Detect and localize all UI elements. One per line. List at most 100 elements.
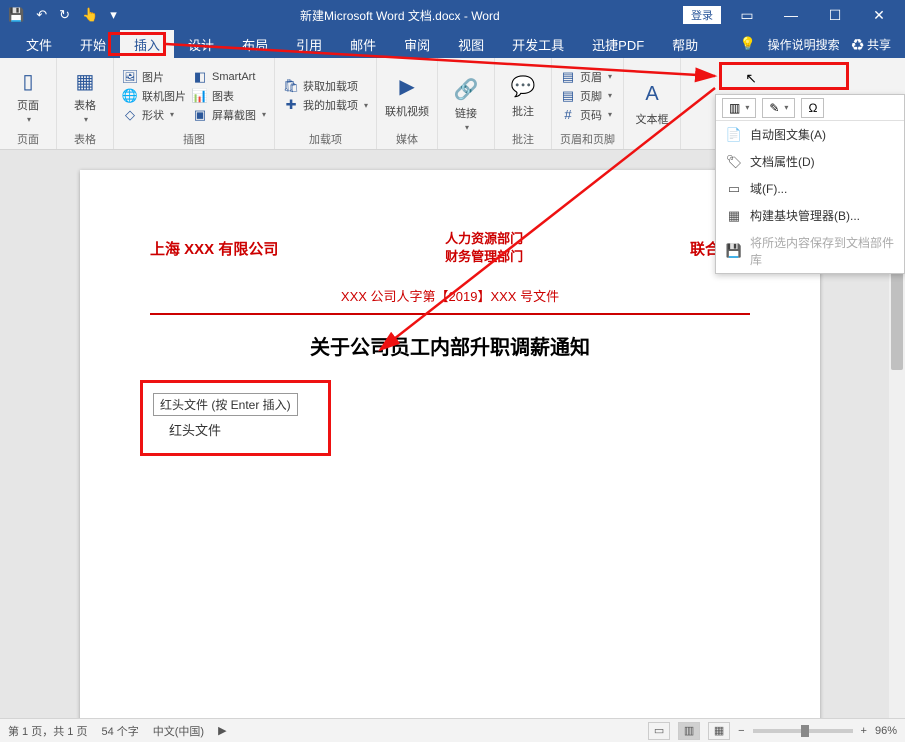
group-header-footer: ▤页眉▾ ▤页脚▾ #页码▾ 页眉和页脚 bbox=[552, 58, 624, 149]
tab-mailings[interactable]: 邮件 bbox=[336, 30, 390, 59]
footer-button[interactable]: ▤页脚▾ bbox=[560, 88, 612, 104]
menu-autotext[interactable]: 📄自动图文集(A) bbox=[716, 121, 904, 148]
menu-building-blocks[interactable]: ▦构建基块管理器(B)... bbox=[716, 202, 904, 229]
tab-insert[interactable]: 插入 bbox=[120, 30, 174, 59]
group-addins: 🛍获取加载项 ✚我的加载项▾ 加载项 bbox=[275, 58, 377, 149]
document-page[interactable]: 上海 XXX 有限公司 人力资源部门 财务管理部门 联合文件 XXX 公司人字第… bbox=[80, 170, 820, 718]
chart-button[interactable]: 📊图表 bbox=[192, 88, 266, 104]
textbox-button[interactable]: A文本框 bbox=[632, 62, 672, 145]
page-number-button[interactable]: #页码▾ bbox=[560, 107, 612, 123]
undo-icon[interactable]: ↶ bbox=[36, 7, 47, 23]
status-page[interactable]: 第 1 页，共 1 页 bbox=[8, 723, 87, 739]
menu-field[interactable]: ▭域(F)... bbox=[716, 175, 904, 202]
link-icon: 🔗 bbox=[452, 75, 480, 103]
status-word-count[interactable]: 54 个字 bbox=[101, 723, 138, 739]
video-icon: ▶ bbox=[393, 73, 421, 101]
footer-icon: ▤ bbox=[560, 88, 576, 104]
maximize-icon[interactable]: ☐ bbox=[817, 7, 853, 24]
tab-home[interactable]: 开始 bbox=[66, 30, 120, 59]
textbox-icon: A bbox=[638, 81, 666, 109]
ribbon-tabs: 文件 开始 插入 设计 布局 引用 邮件 审阅 视图 开发工具 迅捷PDF 帮助… bbox=[0, 30, 905, 58]
table-button[interactable]: ▦表格▾ bbox=[65, 62, 105, 129]
red-divider bbox=[150, 313, 750, 315]
ribbon-options-icon[interactable]: ▭ bbox=[729, 7, 765, 24]
group-pages: ▯页面▾ 页面 bbox=[0, 58, 57, 149]
tab-view[interactable]: 视图 bbox=[444, 30, 498, 59]
company-name: 上海 XXX 有限公司 bbox=[150, 238, 278, 259]
group-media: ▶联机视频 媒体 bbox=[377, 58, 438, 149]
screenshot-icon: ▣ bbox=[192, 107, 208, 123]
tab-design[interactable]: 设计 bbox=[174, 30, 228, 59]
pageno-icon: # bbox=[560, 107, 576, 123]
page-icon: ▯ bbox=[14, 67, 42, 95]
online-video-button[interactable]: ▶联机视频 bbox=[385, 62, 429, 129]
tell-me-search[interactable]: 操作说明搜索 bbox=[768, 36, 840, 53]
header-icon: ▤ bbox=[560, 69, 576, 85]
group-illustrations: 🖼图片 🌐联机图片 ◇形状▾ ◧SmartArt 📊图表 ▣屏幕截图▾ 插图 bbox=[114, 58, 275, 149]
share-button[interactable]: ♻ 共享 bbox=[852, 36, 891, 53]
quick-parts-split-button[interactable]: ▥▾ bbox=[722, 98, 756, 118]
bulb-icon: 💡 bbox=[739, 36, 755, 52]
save-selection-icon: 💾 bbox=[726, 243, 742, 259]
pages-button[interactable]: ▯页面▾ bbox=[8, 62, 48, 129]
smartart-button[interactable]: ◧SmartArt bbox=[192, 69, 266, 85]
view-web-layout[interactable]: ▦ bbox=[708, 722, 730, 740]
close-icon[interactable]: ✕ bbox=[861, 7, 897, 24]
title-bar: 💾 ↶ ↻ 👆 ▾ 新建Microsoft Word 文档.docx - Wor… bbox=[0, 0, 905, 30]
zoom-in-button[interactable]: + bbox=[861, 725, 867, 737]
field-icon: ▭ bbox=[726, 181, 742, 197]
view-read-mode[interactable]: ▭ bbox=[648, 722, 670, 740]
tab-file[interactable]: 文件 bbox=[12, 30, 66, 59]
picture-icon: 🖼 bbox=[122, 69, 138, 85]
minimize-icon[interactable]: — bbox=[773, 7, 809, 23]
dept-finance: 财务管理部门 bbox=[445, 248, 523, 266]
tab-references[interactable]: 引用 bbox=[282, 30, 336, 59]
shapes-button[interactable]: ◇形状▾ bbox=[122, 107, 186, 123]
comment-button[interactable]: 💬批注 bbox=[503, 62, 543, 129]
online-pictures-button[interactable]: 🌐联机图片 bbox=[122, 88, 186, 104]
links-button[interactable]: 🔗链接▾ bbox=[446, 62, 486, 145]
group-tables: ▦表格▾ 表格 bbox=[57, 58, 114, 149]
cursor-icon: ↖ bbox=[745, 70, 757, 87]
equation-button[interactable]: Ω bbox=[801, 98, 824, 118]
tab-layout[interactable]: 布局 bbox=[228, 30, 282, 59]
signature-icon: ✎ bbox=[769, 101, 779, 115]
header-button[interactable]: ▤页眉▾ bbox=[560, 69, 612, 85]
tab-pdf[interactable]: 迅捷PDF bbox=[578, 30, 658, 59]
tab-help[interactable]: 帮助 bbox=[658, 30, 712, 59]
my-addins-button[interactable]: ✚我的加载项▾ bbox=[283, 97, 368, 113]
signature-split-button[interactable]: ✎▾ bbox=[762, 98, 795, 118]
redo-icon[interactable]: ↻ bbox=[59, 7, 70, 23]
menu-save-selection: 💾将所选内容保存到文档部件库 bbox=[716, 229, 904, 273]
table-icon: ▦ bbox=[71, 67, 99, 95]
autotext-tooltip: 红头文件 (按 Enter 插入) bbox=[153, 393, 298, 416]
red-header-row: 上海 XXX 有限公司 人力资源部门 财务管理部门 联合文件 bbox=[150, 230, 750, 266]
dept-hr: 人力资源部门 bbox=[445, 230, 523, 248]
zoom-level[interactable]: 96% bbox=[875, 725, 897, 737]
save-icon[interactable]: 💾 bbox=[8, 7, 24, 23]
get-addins-button[interactable]: 🛍获取加载项 bbox=[283, 78, 368, 94]
zoom-out-button[interactable]: − bbox=[738, 725, 744, 737]
quick-parts-menu: ▥▾ ✎▾ Ω 📄自动图文集(A) 🏷文档属性(D) ▭域(F)... ▦构建基… bbox=[715, 94, 905, 274]
login-button[interactable]: 登录 bbox=[683, 6, 721, 24]
docprop-icon: 🏷 bbox=[726, 154, 742, 170]
screenshot-button[interactable]: ▣屏幕截图▾ bbox=[192, 107, 266, 123]
window-title: 新建Microsoft Word 文档.docx - Word bbox=[117, 7, 683, 24]
pictures-button[interactable]: 🖼图片 bbox=[122, 69, 186, 85]
status-macro-icon[interactable]: ▶ bbox=[218, 724, 226, 737]
document-number: XXX 公司人字第【2019】XXX 号文件 bbox=[150, 286, 750, 305]
touch-mode-icon[interactable]: 👆 bbox=[82, 7, 98, 23]
status-bar: 第 1 页，共 1 页 54 个字 中文(中国) ▶ ▭ ▥ ▦ − + 96% bbox=[0, 718, 905, 742]
zoom-knob[interactable] bbox=[801, 725, 809, 737]
autotext-entry-name[interactable]: 红头文件 bbox=[169, 420, 298, 439]
zoom-slider[interactable] bbox=[753, 729, 853, 733]
status-language[interactable]: 中文(中国) bbox=[153, 723, 204, 739]
menu-doc-property[interactable]: 🏷文档属性(D) bbox=[716, 148, 904, 175]
group-text: A文本框 bbox=[624, 58, 681, 149]
view-print-layout[interactable]: ▥ bbox=[678, 722, 700, 740]
autotext-icon: 📄 bbox=[726, 127, 742, 143]
shapes-icon: ◇ bbox=[122, 107, 138, 123]
tab-developer[interactable]: 开发工具 bbox=[498, 30, 578, 59]
omega-icon: Ω bbox=[808, 101, 817, 115]
tab-review[interactable]: 审阅 bbox=[390, 30, 444, 59]
